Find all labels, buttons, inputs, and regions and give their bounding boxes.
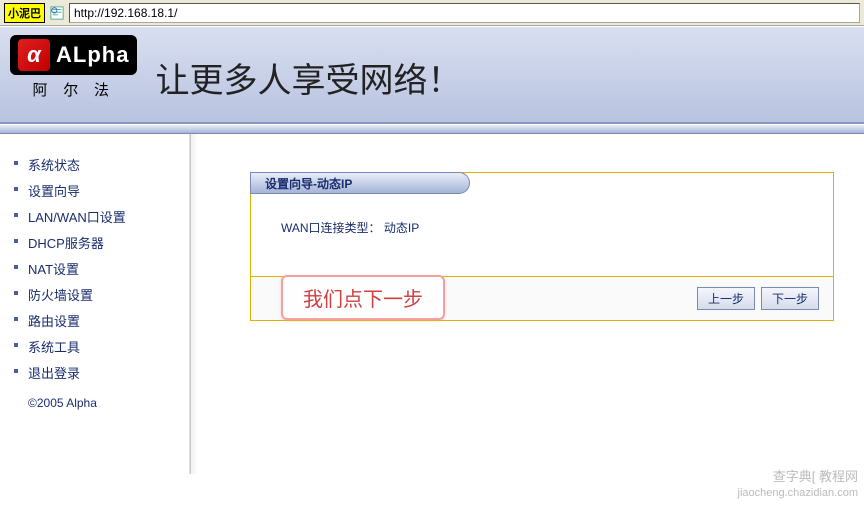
sidebar-item-dhcp: DHCP服务器 (28, 233, 181, 252)
panel-body: WAN口连接类型： 动态IP (251, 195, 833, 277)
logo: α ALpha 阿 尔 法 (10, 35, 137, 100)
logo-box: α ALpha (10, 35, 137, 75)
sidebar-item-routing: 路由设置 (28, 311, 181, 330)
sidebar: 系统状态 设置向导 LAN/WAN口设置 DHCP服务器 NAT设置 防火墙设置… (0, 134, 190, 474)
panel-title: 设置向导-动态IP (250, 172, 470, 194)
next-button[interactable]: 下一步 (761, 287, 819, 310)
watermark: 查字典[ 教程网 jiaocheng.chazidian.com (738, 469, 858, 500)
page-icon (49, 5, 65, 21)
sidebar-item-tools: 系统工具 (28, 337, 181, 356)
sidebar-item-firewall: 防火墙设置 (28, 285, 181, 304)
sidebar-list: 系统状态 设置向导 LAN/WAN口设置 DHCP服务器 NAT设置 防火墙设置… (28, 155, 181, 382)
content-area: 设置向导-动态IP WAN口连接类型： 动态IP 我们点下一步 上一步 下一步 (190, 134, 864, 474)
prev-button[interactable]: 上一步 (697, 287, 755, 310)
divider-bar (0, 124, 864, 134)
sidebar-item-wizard: 设置向导 (28, 181, 181, 200)
browser-address-bar: 小泥巴 (0, 0, 864, 26)
logo-subtitle: 阿 尔 法 (32, 79, 115, 100)
main-area: 系统状态 设置向导 LAN/WAN口设置 DHCP服务器 NAT设置 防火墙设置… (0, 134, 864, 474)
wan-type-value: 动态IP (384, 221, 419, 235)
slogan: 让更多人享受网络！ (155, 53, 461, 102)
wan-type-label: WAN口连接类型： (281, 221, 381, 235)
sidebar-item-nat: NAT设置 (28, 259, 181, 278)
sidebar-item-logout: 退出登录 (28, 363, 181, 382)
url-input[interactable] (69, 3, 860, 23)
wizard-panel: 设置向导-动态IP WAN口连接类型： 动态IP 我们点下一步 上一步 下一步 (250, 172, 834, 321)
sidebar-item-lanwan: LAN/WAN口设置 (28, 207, 181, 226)
page-header: α ALpha 阿 尔 法 让更多人享受网络！ (0, 26, 864, 124)
annotation-callout: 我们点下一步 (281, 275, 445, 320)
copyright: ©2005 Alpha (28, 396, 181, 410)
divider-vertical (190, 134, 198, 474)
watermark-line2: jiaocheng.chazidian.com (738, 486, 858, 500)
logo-text: ALpha (56, 42, 129, 68)
panel-footer: 我们点下一步 上一步 下一步 (251, 277, 833, 320)
watermark-line1: 查字典[ 教程网 (738, 469, 858, 486)
browser-badge: 小泥巴 (4, 3, 45, 23)
sidebar-item-status: 系统状态 (28, 155, 181, 174)
logo-mark: α (18, 39, 50, 71)
